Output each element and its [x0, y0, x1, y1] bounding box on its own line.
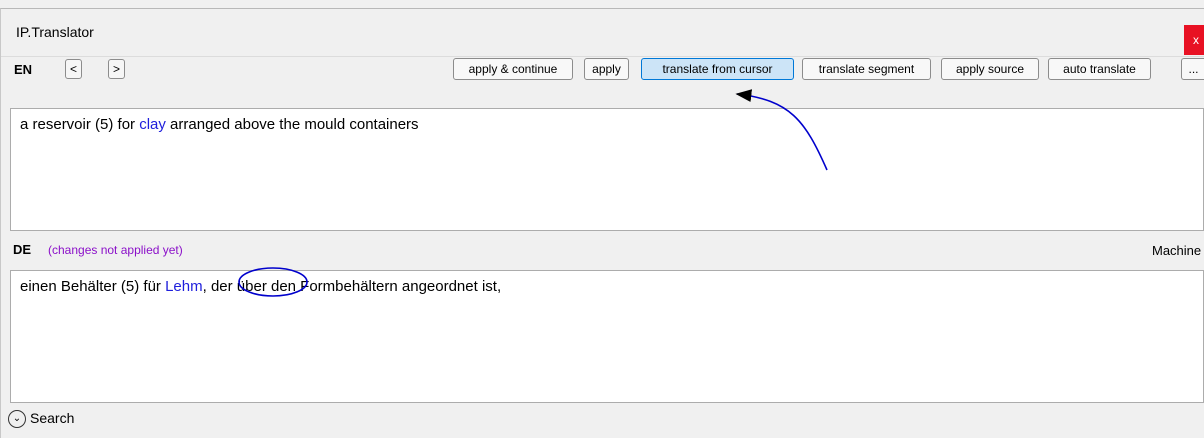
translate-from-cursor-button[interactable]: translate from cursor — [641, 58, 794, 80]
apply-button[interactable]: apply — [584, 58, 629, 80]
machine-mode-label: Machine — [1152, 243, 1202, 258]
target-text-part: einen Behälter (5) für — [20, 278, 166, 295]
translate-segment-button[interactable]: translate segment — [802, 58, 931, 80]
source-textbox[interactable]: a reservoir (5) for clay arranged above … — [10, 108, 1204, 231]
more-button[interactable]: ... — [1181, 58, 1204, 80]
apply-source-button[interactable]: apply source — [941, 58, 1039, 80]
close-button[interactable]: x — [1184, 25, 1204, 55]
prev-segment-button[interactable]: < — [65, 59, 82, 79]
apply-continue-button[interactable]: apply & continue — [453, 58, 573, 80]
search-toggle[interactable]: ⌄ Search — [8, 410, 74, 430]
window-title: IP.Translator — [16, 24, 94, 40]
source-term-highlight: clay — [139, 116, 166, 133]
title-bar: IP.Translator x — [1, 9, 1204, 57]
search-label: Search — [30, 410, 75, 426]
target-term-highlight: Lehm — [165, 278, 203, 295]
source-text-part: arranged above the mould containers — [165, 116, 419, 133]
auto-translate-button[interactable]: auto translate — [1048, 58, 1151, 80]
source-lang-label: EN — [14, 62, 33, 77]
target-lang-label: DE — [13, 242, 32, 257]
status-message: (changes not applied yet) — [48, 243, 183, 257]
title-separator — [1, 56, 1204, 57]
next-segment-button[interactable]: > — [108, 59, 125, 79]
source-text-part: a reservoir (5) for — [20, 116, 140, 133]
target-textbox[interactable]: einen Behälter (5) für Lehm, der über de… — [10, 270, 1204, 403]
chevron-down-icon: ⌄ — [8, 410, 26, 429]
target-text-part: , der über den Formbehältern angeordnet … — [202, 278, 502, 295]
